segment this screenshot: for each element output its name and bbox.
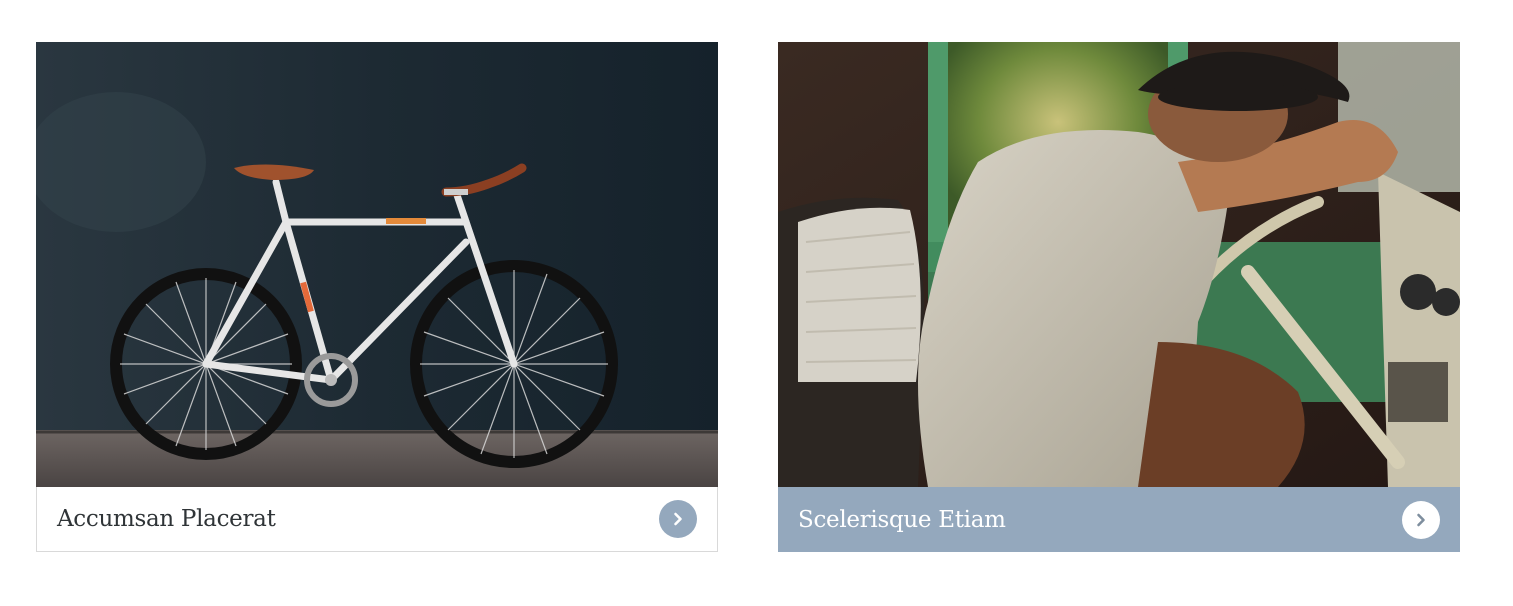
chevron-right-icon (1417, 513, 1425, 526)
card-arrow-button[interactable] (1402, 500, 1440, 539)
chevron-right-icon (674, 512, 682, 526)
bicycle-photo (36, 42, 718, 487)
card-image[interactable] (36, 42, 718, 487)
card-title[interactable]: Scelerisque Etiam (798, 507, 1006, 533)
card-accumsan-placerat[interactable]: Accumsan Placerat (36, 42, 718, 552)
card-footer: Scelerisque Etiam (778, 487, 1460, 552)
card-title[interactable]: Accumsan Placerat (57, 506, 276, 532)
card-grid: Accumsan Placerat Scelerisque Etiam (0, 0, 1513, 606)
man-in-van-photo (778, 42, 1460, 487)
card-scelerisque-etiam[interactable]: Scelerisque Etiam (778, 42, 1460, 552)
card-arrow-button[interactable] (659, 500, 697, 538)
card-footer: Accumsan Placerat (37, 487, 717, 551)
card-image[interactable] (778, 42, 1460, 487)
